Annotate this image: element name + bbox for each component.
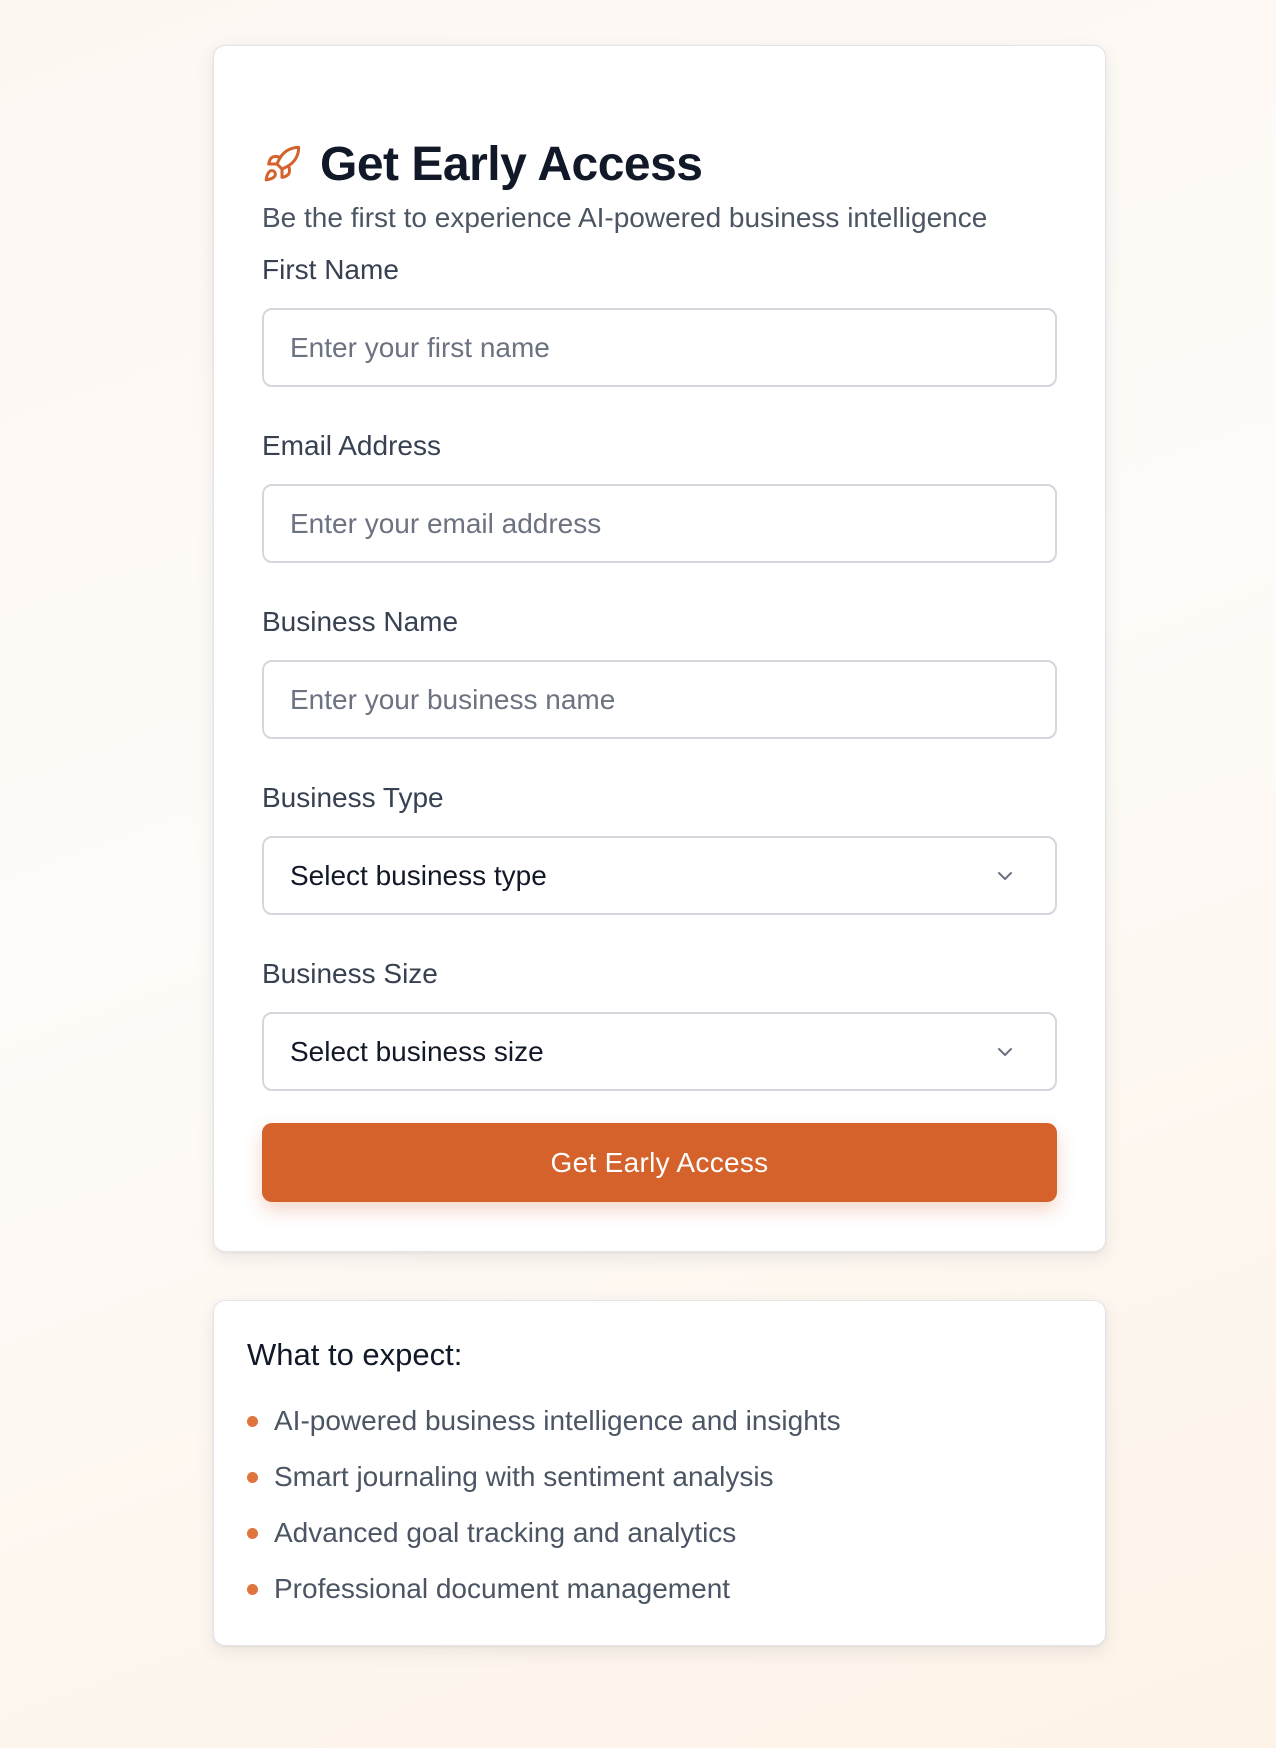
rocket-icon xyxy=(262,144,302,184)
page-title: Get Early Access xyxy=(320,137,703,191)
first-name-label: First Name xyxy=(262,254,399,285)
expectation-list: AI-powered business intelligence and ins… xyxy=(247,1393,841,1617)
business-type-value: Select business type xyxy=(290,859,547,891)
business-name-field[interactable] xyxy=(262,660,1057,739)
business-type-label: Business Type xyxy=(262,782,444,813)
business-size-select[interactable]: Select business size xyxy=(262,1012,1057,1091)
list-item: Smart journaling with sentiment analysis xyxy=(247,1449,841,1505)
list-item-text: Smart journaling with sentiment analysis xyxy=(274,1461,774,1492)
form-header: Get Early Access xyxy=(262,134,703,194)
what-to-expect-card: What to expect: AI-powered business inte… xyxy=(213,1300,1106,1646)
get-early-access-button[interactable]: Get Early Access xyxy=(262,1123,1057,1202)
list-item-text: AI-powered business intelligence and ins… xyxy=(274,1405,841,1436)
bullet-dot-icon xyxy=(247,1527,258,1539)
page-subtitle: Be the first to experience AI-powered bu… xyxy=(262,202,988,233)
early-access-form-card: Get Early Access Be the first to experie… xyxy=(213,45,1106,1252)
business-type-select[interactable]: Select business type xyxy=(262,836,1057,915)
chevron-down-icon xyxy=(993,864,1017,888)
list-item-text: Professional document management xyxy=(274,1573,731,1604)
first-name-field[interactable] xyxy=(262,308,1057,387)
email-field[interactable] xyxy=(262,484,1057,563)
first-name-input[interactable] xyxy=(290,310,1029,385)
chevron-down-icon xyxy=(993,1040,1017,1064)
bullet-dot-icon xyxy=(247,1415,258,1427)
business-size-value: Select business size xyxy=(290,1035,544,1067)
business-name-input[interactable] xyxy=(290,662,1029,737)
email-label: Email Address xyxy=(262,430,441,461)
what-to-expect-heading: What to expect: xyxy=(247,1337,463,1372)
email-input[interactable] xyxy=(290,486,1029,561)
bullet-dot-icon xyxy=(247,1471,258,1483)
list-item: Professional document management xyxy=(247,1561,841,1617)
business-name-label: Business Name xyxy=(262,606,459,637)
list-item: AI-powered business intelligence and ins… xyxy=(247,1393,841,1449)
business-size-label: Business Size xyxy=(262,958,438,989)
list-item-text: Advanced goal tracking and analytics xyxy=(274,1517,737,1548)
list-item: Advanced goal tracking and analytics xyxy=(247,1505,841,1561)
bullet-dot-icon xyxy=(247,1583,258,1595)
